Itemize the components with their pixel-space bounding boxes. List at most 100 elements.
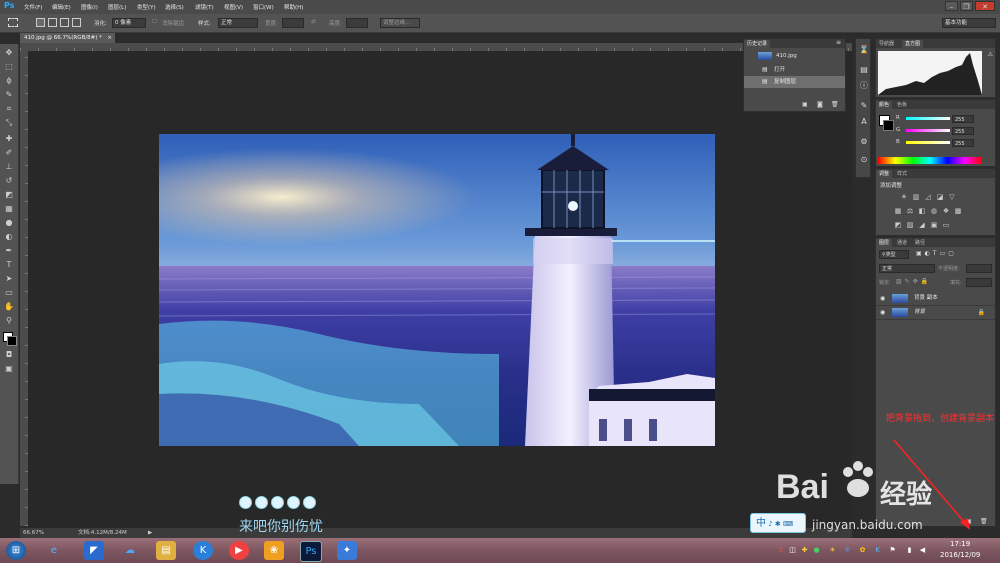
history-item-duplicate-layer[interactable]: ▤ 复制图层 bbox=[744, 76, 845, 88]
tray-shield-icon[interactable]: ⛨ bbox=[843, 546, 852, 555]
blue-value[interactable]: 255 bbox=[952, 139, 974, 147]
tab-channels[interactable]: 通道 bbox=[894, 239, 910, 247]
selective-color-icon[interactable]: ▣ bbox=[930, 221, 938, 229]
hue-saturation-icon[interactable]: ▦ bbox=[894, 207, 902, 215]
menu-layer[interactable]: 图层(L) bbox=[108, 3, 126, 11]
color-balance-icon[interactable]: ⚖ bbox=[906, 207, 914, 215]
menu-edit[interactable]: 编辑(E) bbox=[52, 3, 71, 11]
path-select-icon[interactable]: ➤ bbox=[3, 274, 15, 284]
menu-help[interactable]: 帮助(H) bbox=[284, 3, 303, 11]
tab-styles[interactable]: 样式 bbox=[894, 170, 910, 178]
tray-volume-icon[interactable]: ◀ bbox=[918, 546, 927, 555]
green-slider[interactable]: G 255 bbox=[876, 127, 995, 136]
tab-history[interactable]: 历史记录 bbox=[744, 40, 771, 48]
hand-tool-icon[interactable]: ✋ bbox=[3, 302, 15, 312]
clone-stamp-icon[interactable]: ⊥ bbox=[3, 162, 15, 172]
channel-mixer-icon[interactable]: ❖ bbox=[942, 207, 950, 215]
levels-icon[interactable]: ▥ bbox=[912, 193, 920, 201]
gradient-tool-icon[interactable]: ▦ bbox=[3, 204, 15, 214]
clock-date[interactable]: 2016/12/09 bbox=[940, 551, 980, 559]
vibrance-icon[interactable]: ▽ bbox=[948, 193, 956, 201]
add-selection-icon[interactable] bbox=[48, 18, 57, 27]
red-value[interactable]: 255 bbox=[952, 115, 974, 123]
invert-icon[interactable]: ◩ bbox=[894, 221, 902, 229]
photoshop-taskbar-icon[interactable]: Ps bbox=[300, 541, 322, 562]
layer-filter-kind[interactable]: ⚲类型 bbox=[879, 250, 909, 259]
visibility-eye-icon[interactable]: ◉ bbox=[880, 306, 885, 319]
eyedropper-icon[interactable]: ⤡ bbox=[3, 118, 15, 128]
move-tool-icon[interactable]: ✥ bbox=[3, 48, 15, 58]
info-icon[interactable]: ⓘ bbox=[859, 81, 869, 91]
photo-filter-icon[interactable]: ◍ bbox=[930, 207, 938, 215]
tray-app-icon[interactable]: ◫ bbox=[788, 546, 797, 555]
curves-icon[interactable]: ◿ bbox=[924, 193, 932, 201]
media-player-icon[interactable]: ▶ bbox=[229, 541, 249, 560]
dodge-tool-icon[interactable]: ◐ bbox=[3, 232, 15, 242]
height-input[interactable] bbox=[346, 18, 368, 28]
red-track[interactable] bbox=[906, 117, 950, 120]
layer-comps-icon[interactable]: ▤ bbox=[859, 65, 869, 75]
antialias-checkbox[interactable]: ☐ bbox=[152, 19, 157, 25]
panel-menu-icon[interactable]: ≡ bbox=[836, 39, 841, 46]
brightness-contrast-icon[interactable]: ☀ bbox=[900, 193, 908, 201]
fill-input[interactable] bbox=[966, 278, 992, 287]
brush-tool-icon[interactable]: ✐ bbox=[3, 148, 15, 158]
lasso-tool-icon[interactable]: ϕ bbox=[3, 76, 15, 86]
swap-icon[interactable]: ⇄ bbox=[311, 19, 316, 25]
menu-filter[interactable]: 滤镜(T) bbox=[195, 3, 214, 11]
ie-icon[interactable]: e bbox=[44, 541, 64, 560]
brush-panel-icon[interactable]: ✎ bbox=[859, 101, 869, 111]
marquee-tool-icon[interactable] bbox=[8, 18, 18, 27]
ime-toolbar[interactable]: 中 ♪ ✱ ⌨ bbox=[750, 513, 806, 533]
background-color-swatch[interactable] bbox=[7, 336, 17, 346]
layer-name[interactable]: 背景 副本 bbox=[914, 292, 938, 305]
file-explorer-icon[interactable]: ▤ bbox=[156, 541, 176, 560]
red-slider[interactable]: R 255 bbox=[876, 115, 995, 124]
new-document-from-state-icon[interactable]: ▣ bbox=[802, 101, 808, 108]
layer-filter-icons[interactable]: ▣◐T▭▢ bbox=[916, 250, 957, 257]
blue-slider[interactable]: B 255 bbox=[876, 139, 995, 148]
new-selection-icon[interactable] bbox=[36, 18, 45, 27]
healing-brush-icon[interactable]: ✚ bbox=[3, 134, 15, 144]
tray-app4-icon[interactable]: ☀ bbox=[828, 546, 837, 555]
tray-app2-icon[interactable]: ✚ bbox=[800, 546, 809, 555]
delete-layer-icon[interactable]: 🗑 bbox=[980, 518, 988, 525]
tab-swatches[interactable]: 色板 bbox=[894, 101, 910, 109]
app-blue-icon[interactable]: ◤ bbox=[84, 541, 104, 560]
blue-track[interactable] bbox=[906, 141, 950, 144]
crop-tool-icon[interactable]: ⌗ bbox=[3, 104, 15, 114]
history-panel-icon[interactable]: ⌛ bbox=[859, 45, 869, 55]
marquee-tool-icon[interactable]: ⬚ bbox=[3, 62, 15, 72]
type-tool-icon[interactable]: T bbox=[3, 260, 15, 270]
menu-select[interactable]: 选择(S) bbox=[165, 3, 184, 11]
lock-icons[interactable]: ▨✎✥🔒 bbox=[896, 278, 931, 285]
color-lookup-icon[interactable]: ▩ bbox=[954, 207, 962, 215]
menu-type[interactable]: 类型(Y) bbox=[137, 3, 156, 11]
app-k-icon[interactable]: K bbox=[193, 541, 213, 560]
menu-view[interactable]: 视图(V) bbox=[224, 3, 243, 11]
document-image[interactable] bbox=[159, 134, 715, 446]
quick-mask-icon[interactable]: ◘ bbox=[3, 350, 15, 360]
start-button-icon[interactable]: ⊞ bbox=[6, 541, 26, 560]
zoom-tool-icon[interactable]: ⚲ bbox=[3, 316, 15, 326]
intersect-selection-icon[interactable] bbox=[72, 18, 81, 27]
close-tab-icon[interactable]: × bbox=[107, 33, 112, 43]
pen-tool-icon[interactable]: ✒ bbox=[3, 246, 15, 256]
posterize-icon[interactable]: ▨ bbox=[906, 221, 914, 229]
tab-color[interactable]: 颜色 bbox=[876, 101, 893, 109]
menu-file[interactable]: 文件(F) bbox=[24, 3, 42, 11]
black-white-icon[interactable]: ◧ bbox=[918, 207, 926, 215]
history-brush-icon[interactable]: ↺ bbox=[3, 176, 15, 186]
tray-app6-icon[interactable]: K bbox=[873, 546, 882, 555]
gradient-map-icon[interactable]: ▭ bbox=[942, 221, 950, 229]
tab-navigator[interactable]: 导航器 bbox=[876, 40, 897, 48]
refine-edge-button[interactable]: 调整边缘... bbox=[380, 18, 420, 28]
tab-adjustments[interactable]: 调整 bbox=[876, 170, 893, 178]
snapshot-camera-icon[interactable]: ◙ bbox=[817, 101, 823, 108]
baidu-cloud-icon[interactable]: ☁ bbox=[120, 541, 140, 560]
tool-presets-icon[interactable]: ⚙ bbox=[859, 137, 869, 147]
threshold-icon[interactable]: ◢ bbox=[918, 221, 926, 229]
tray-sogou-icon[interactable]: S bbox=[776, 546, 785, 555]
layer-row-background-copy[interactable]: ◉ 背景 副本 bbox=[876, 292, 995, 306]
restore-icon[interactable]: ❐ bbox=[960, 1, 973, 11]
